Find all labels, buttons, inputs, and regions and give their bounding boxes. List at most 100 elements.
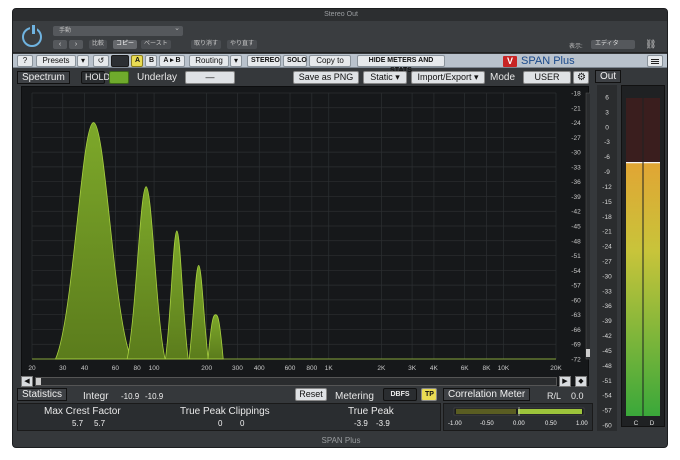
reset-button[interactable]: Reset <box>295 388 327 401</box>
spectrum-peak <box>207 314 224 360</box>
corr-scale-1: -0.50 <box>480 421 494 427</box>
stereo-button[interactable]: STEREO <box>247 55 281 67</box>
scroll-left-button[interactable]: ◀ <box>21 376 33 387</box>
power-icon[interactable] <box>22 25 42 47</box>
integr-right: -10.9 <box>145 392 164 401</box>
a-to-b-button[interactable]: A ▸ B <box>159 55 185 67</box>
max-crest-right: 5.7 <box>94 419 106 428</box>
presets-button[interactable]: Presets <box>36 55 76 67</box>
routing-dropdown-icon[interactable]: ▾ <box>230 55 242 67</box>
spectrum-display[interactable]: 20 30 40 60 80 100 200 300 400 600 800 1K 2K 3K 4K 6K 8K… <box>21 86 592 386</box>
menu-icon[interactable] <box>647 55 663 67</box>
y-tick-label: -24 <box>571 120 581 127</box>
tp-clippings-label: True Peak Clippings <box>180 406 270 417</box>
x-tick-label: 3K <box>408 365 417 372</box>
underlay-label: Underlay <box>137 72 178 83</box>
view-select[interactable]: エディタ <box>591 40 635 49</box>
scroll-right-button[interactable]: ▶ <box>559 376 571 387</box>
x-tick-label: 40 <box>81 365 89 372</box>
link-icon[interactable]: ⛓ <box>645 39 657 49</box>
redo-button[interactable] <box>111 55 129 67</box>
y-tick-label: -66 <box>571 327 581 334</box>
y-tick-label: -39 <box>571 194 581 201</box>
meter-scale: 6 3 0 -3 -6 -9 -12 -15 -18 -21 -24 -27 -30 -33 -36 -39 -… <box>597 85 617 431</box>
mode-select[interactable]: USER <box>523 71 571 84</box>
hold-button[interactable]: HOLD <box>81 71 110 84</box>
x-tick-label: 4K <box>430 365 439 372</box>
y-tick-label: -45 <box>571 224 581 231</box>
import-export-select[interactable]: Import/Export ▾ <box>411 71 485 84</box>
hold-toggle[interactable] <box>109 71 129 84</box>
x-tick-label: 300 <box>232 365 243 372</box>
meter-scale-label: 0 <box>605 124 609 131</box>
output-meter: 6 3 0 -3 -6 -9 -12 -15 -18 -21 -24 -27 -30 -33 -36 -39 -… <box>595 85 667 431</box>
x-tick-label: 20 <box>28 365 36 372</box>
underlay-select[interactable]: — <box>185 71 235 84</box>
scroll-thumb[interactable] <box>36 378 41 385</box>
spectrum-peak <box>164 230 189 360</box>
save-png-button[interactable]: Save as PNG <box>293 71 359 84</box>
undo-host-button[interactable]: 取り消す <box>191 40 222 49</box>
y-tick-label: -27 <box>571 135 581 142</box>
x-tick-label: 100 <box>149 365 160 372</box>
true-peak-right: -3.9 <box>376 419 390 428</box>
x-tick-label: 600 <box>285 365 296 372</box>
copy-to-button[interactable]: Copy to <box>309 55 351 67</box>
x-tick-label: 8K <box>483 365 492 372</box>
settings-gear-icon[interactable]: ⚙ <box>573 71 589 84</box>
meter-scale-label: 6 <box>605 95 609 102</box>
meter-scale-label: 3 <box>605 109 609 116</box>
undo-button[interactable]: ↺ <box>93 55 109 67</box>
metering-select[interactable]: DBFS <box>383 388 417 401</box>
scroll-track[interactable] <box>35 377 557 386</box>
preset-a-button[interactable]: A <box>131 55 143 67</box>
host-preset-select[interactable]: 手動 <box>53 24 183 36</box>
meter-scale-label: -54 <box>602 393 612 400</box>
brand-title: SPAN Plus <box>521 55 575 67</box>
prev-preset-button[interactable]: ‹ <box>53 40 67 49</box>
meter-scale-label: -57 <box>602 408 612 415</box>
correlation-title: Correlation Meter <box>443 388 531 401</box>
y-tick-label: -72 <box>571 357 581 364</box>
db-scroll-thumb <box>586 349 591 357</box>
solo-button[interactable]: SOLO <box>283 55 307 67</box>
correlation-panel: Correlation Meter R/L 0.0 -1.00 -0.50 0.… <box>443 387 593 431</box>
hide-meters-button[interactable]: HIDE METERS AND STATS <box>357 55 445 74</box>
compare-button[interactable]: 比較 <box>89 40 108 49</box>
meter-scale-label: -6 <box>604 154 610 161</box>
y-tick-label: -48 <box>571 238 581 245</box>
zoom-button[interactable]: ◆ <box>575 376 587 387</box>
y-tick-label: -30 <box>571 150 581 157</box>
redo-host-button[interactable]: やり直す <box>227 40 258 49</box>
y-tick-label: -63 <box>571 312 581 319</box>
meter-scale-label: -60 <box>602 423 612 430</box>
presets-dropdown-icon[interactable]: ▾ <box>77 55 89 67</box>
plugin-footer: SPAN Plus <box>321 436 361 445</box>
out-title: Out <box>595 70 622 83</box>
meter-channel-label: D <box>650 420 655 427</box>
corr-scale-4: 1.00 <box>576 421 588 427</box>
corr-scale-3: 0.50 <box>545 421 557 427</box>
meter-scale-label: -42 <box>602 333 612 340</box>
correlation-rl-label: R/L <box>547 391 562 401</box>
x-tick-label: 2K <box>377 365 386 372</box>
meter-scale-label: -24 <box>602 244 612 251</box>
preset-b-button[interactable]: B <box>145 55 157 67</box>
meter-scale-label: -39 <box>602 318 612 325</box>
tp-toggle[interactable]: TP <box>421 388 437 401</box>
copy-button[interactable]: コピー <box>113 40 138 49</box>
meter-scale-label: -9 <box>604 169 610 176</box>
x-tick-label: 80 <box>134 365 142 372</box>
meter-scale-label: -18 <box>602 214 612 221</box>
x-tick-label: 10K <box>498 365 510 372</box>
y-tick-label: -51 <box>571 253 581 260</box>
spectrum-chart: 20 30 40 60 80 100 200 300 400 600 800 1K 2K 3K 4K 6K 8K… <box>28 91 592 372</box>
next-preset-button[interactable]: › <box>69 40 83 49</box>
paste-button[interactable]: ペースト <box>141 40 171 49</box>
routing-button[interactable]: Routing <box>189 55 229 67</box>
static-select[interactable]: Static ▾ <box>363 71 407 84</box>
x-tick-label: 6K <box>461 365 470 372</box>
meter-scale-label: -48 <box>602 363 612 370</box>
help-button[interactable]: ? <box>17 55 33 67</box>
metering-label: Metering <box>335 391 374 402</box>
